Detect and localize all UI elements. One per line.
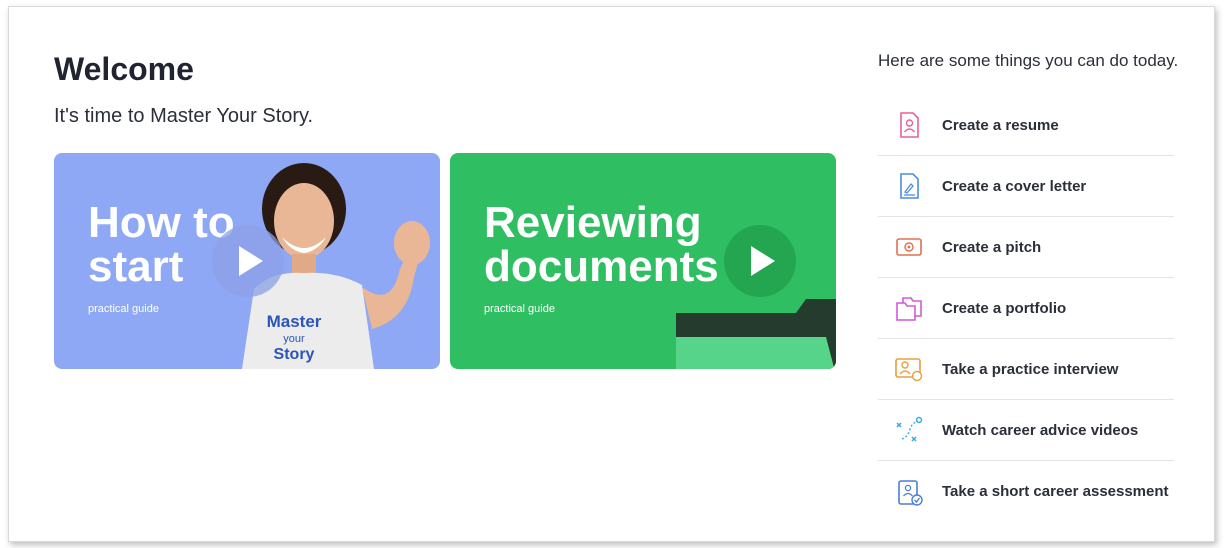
play-icon [239,246,263,276]
career-videos-icon [896,416,923,442]
interview-icon [895,358,923,382]
resume-icon [900,112,919,138]
action-label: Create a pitch [942,238,1042,256]
shirt-text-your: your [283,333,305,345]
action-label: Create a resume [942,116,1059,134]
action-create-portfolio[interactable]: Create a portfolio [878,278,1174,339]
actions-heading: Here are some things you can do today. [878,51,1179,70]
play-button[interactable] [724,225,796,297]
action-practice-interview[interactable]: Take a practice interview [878,339,1174,400]
action-create-resume[interactable]: Create a resume [878,95,1174,156]
action-career-assessment[interactable]: Take a short career assessment [878,461,1174,522]
shirt-text-story: Story [274,346,315,363]
documents-illustration [676,299,836,369]
action-create-cover-letter[interactable]: Create a cover letter [878,156,1174,217]
page-title: Welcome [54,51,194,87]
shirt-text-master: Master [267,312,322,331]
action-label: Watch career advice videos [942,421,1139,439]
cover-letter-icon [900,173,919,199]
portfolio-icon [896,297,922,321]
action-create-pitch[interactable]: Create a pitch [878,217,1174,278]
actions-list: Create a resume Create a cover letter Cr… [878,95,1174,522]
page-subtitle: It's time to Master Your Story. [54,105,314,127]
action-label: Take a practice interview [942,360,1119,378]
pitch-icon [896,238,922,256]
main-panel: Welcome It's time to Master Your Story. … [8,6,1215,542]
card-subtitle: practical guide [484,303,555,315]
play-button[interactable] [212,225,284,297]
play-icon [751,246,775,276]
how-to-start-video-card[interactable]: How to start practical guide Master your… [54,153,440,369]
action-label: Take a short career assessment [942,483,1169,500]
assessment-icon [898,479,923,506]
action-label: Create a cover letter [942,177,1087,195]
reviewing-documents-video-card[interactable]: Reviewing documents practical guide [450,153,836,369]
card-title: Reviewing documents [484,198,719,291]
card-subtitle: practical guide [88,303,159,315]
action-career-advice-videos[interactable]: Watch career advice videos [878,400,1174,461]
action-label: Create a portfolio [942,299,1067,317]
card-title: How to start [88,198,235,291]
